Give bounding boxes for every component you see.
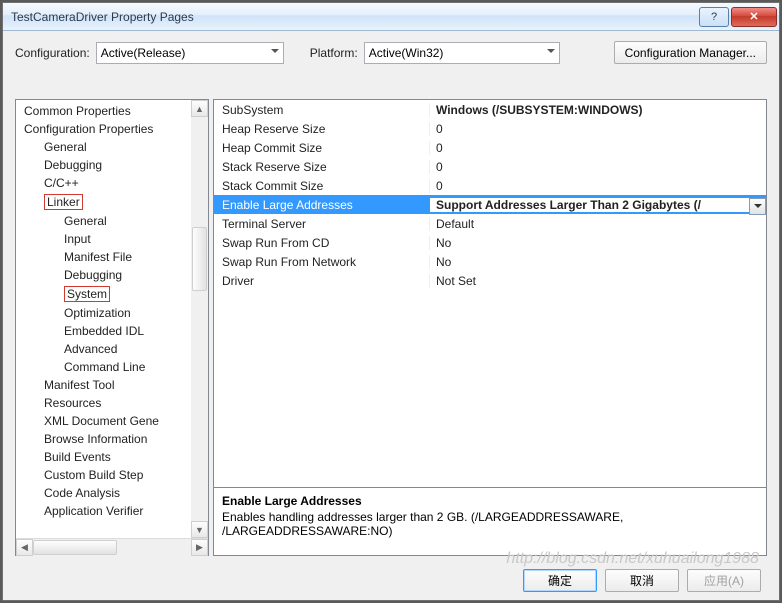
property-name: SubSystem (214, 103, 430, 117)
property-name: Heap Reserve Size (214, 122, 430, 136)
property-value[interactable]: 0 (430, 141, 766, 155)
property-value[interactable]: 0 (430, 122, 766, 136)
tree-linker[interactable]: Linker (16, 192, 208, 212)
property-value[interactable]: No (430, 236, 766, 250)
tree-linker-advanced[interactable]: Advanced (16, 340, 208, 358)
property-row[interactable]: Stack Reserve Size0 (214, 157, 766, 176)
scroll-down-icon[interactable]: ▼ (191, 521, 208, 538)
property-row[interactable]: Heap Reserve Size0 (214, 119, 766, 138)
property-value[interactable]: Support Addresses Larger Than 2 Gigabyte… (430, 198, 766, 212)
property-row[interactable]: SubSystemWindows (/SUBSYSTEM:WINDOWS) (214, 100, 766, 119)
property-row[interactable]: Swap Run From NetworkNo (214, 252, 766, 271)
description-box: Enable Large Addresses Enables handling … (214, 487, 766, 555)
property-value[interactable]: No (430, 255, 766, 269)
tree-configuration-properties[interactable]: Configuration Properties (16, 120, 208, 138)
help-button[interactable]: ? (699, 7, 729, 27)
ok-button[interactable]: 确定 (523, 569, 597, 592)
scroll-right-icon[interactable]: ▶ (191, 539, 208, 556)
tree-linker-input[interactable]: Input (16, 230, 208, 248)
scroll-left-icon[interactable]: ◀ (16, 539, 33, 556)
tree-cpp[interactable]: C/C++ (16, 174, 208, 192)
window-title: TestCameraDriver Property Pages (11, 10, 699, 24)
tree-xml-doc-generator[interactable]: XML Document Gene (16, 412, 208, 430)
property-name: Terminal Server (214, 217, 430, 231)
tree-linker-optimization[interactable]: Optimization (16, 304, 208, 322)
property-row[interactable]: Swap Run From CDNo (214, 233, 766, 252)
tree-common-properties[interactable]: Common Properties (16, 102, 208, 120)
property-row[interactable]: Terminal ServerDefault (214, 214, 766, 233)
tree-application-verifier[interactable]: Application Verifier (16, 502, 208, 520)
main-split: Common Properties Configuration Properti… (15, 99, 767, 556)
property-pages-window: TestCameraDriver Property Pages ? ✕ Conf… (2, 2, 780, 601)
scrollbar-thumb[interactable] (192, 227, 207, 291)
tree-linker-general[interactable]: General (16, 212, 208, 230)
property-name: Swap Run From CD (214, 236, 430, 250)
property-name: Enable Large Addresses (214, 198, 430, 212)
property-row[interactable]: Heap Commit Size0 (214, 138, 766, 157)
property-name: Stack Commit Size (214, 179, 430, 193)
platform-dropdown[interactable]: Active(Win32) (364, 42, 560, 64)
property-value[interactable]: Not Set (430, 274, 766, 288)
tree-panel: Common Properties Configuration Properti… (15, 99, 209, 556)
tree-horizontal-scrollbar[interactable]: ◀ ▶ (16, 538, 208, 555)
property-value[interactable]: Default (430, 217, 766, 231)
tree-linker-command-line[interactable]: Command Line (16, 358, 208, 376)
tree-general[interactable]: General (16, 138, 208, 156)
tree-linker-embedded-idl[interactable]: Embedded IDL (16, 322, 208, 340)
dropdown-button[interactable] (749, 198, 766, 215)
cancel-button[interactable]: 取消 (605, 569, 679, 592)
description-line: /LARGEADDRESSAWARE:NO) (222, 524, 758, 538)
apply-button[interactable]: 应用(A) (687, 569, 761, 592)
tree-custom-build-step[interactable]: Custom Build Step (16, 466, 208, 484)
tree-vertical-scrollbar[interactable]: ▲ ▼ (191, 100, 208, 538)
tree-linker-manifest-file[interactable]: Manifest File (16, 248, 208, 266)
tree-linker-debugging[interactable]: Debugging (16, 266, 208, 284)
property-row[interactable]: DriverNot Set (214, 271, 766, 290)
property-value[interactable]: 0 (430, 179, 766, 193)
config-row: Configuration: Active(Release) Platform:… (15, 41, 767, 64)
tree-build-events[interactable]: Build Events (16, 448, 208, 466)
content-area: Configuration: Active(Release) Platform:… (3, 31, 779, 600)
tree-debugging[interactable]: Debugging (16, 156, 208, 174)
config-tree[interactable]: Common Properties Configuration Properti… (16, 100, 208, 538)
scrollbar-thumb[interactable] (33, 540, 117, 555)
property-value[interactable]: 0 (430, 160, 766, 174)
titlebar: TestCameraDriver Property Pages ? ✕ (3, 3, 779, 31)
tree-code-analysis[interactable]: Code Analysis (16, 484, 208, 502)
property-name: Swap Run From Network (214, 255, 430, 269)
close-button[interactable]: ✕ (731, 7, 777, 27)
configuration-label: Configuration: (15, 46, 90, 60)
property-grid[interactable]: SubSystemWindows (/SUBSYSTEM:WINDOWS)Hea… (214, 100, 766, 487)
platform-label: Platform: (310, 46, 358, 60)
property-name: Heap Commit Size (214, 141, 430, 155)
property-name: Stack Reserve Size (214, 160, 430, 174)
configuration-dropdown[interactable]: Active(Release) (96, 42, 284, 64)
tree-browse-information[interactable]: Browse Information (16, 430, 208, 448)
property-panel: SubSystemWindows (/SUBSYSTEM:WINDOWS)Hea… (213, 99, 767, 556)
tree-manifest-tool[interactable]: Manifest Tool (16, 376, 208, 394)
description-line: Enables handling addresses larger than 2… (222, 510, 758, 524)
tree-linker-system[interactable]: System (16, 284, 208, 304)
dialog-buttons: 确定 取消 应用(A) (523, 569, 761, 592)
property-row[interactable]: Enable Large AddressesSupport Addresses … (214, 195, 766, 214)
property-name: Driver (214, 274, 430, 288)
tree-resources[interactable]: Resources (16, 394, 208, 412)
property-row[interactable]: Stack Commit Size0 (214, 176, 766, 195)
property-value[interactable]: Windows (/SUBSYSTEM:WINDOWS) (430, 103, 766, 117)
description-title: Enable Large Addresses (222, 494, 758, 508)
configuration-manager-button[interactable]: Configuration Manager... (614, 41, 767, 64)
scroll-up-icon[interactable]: ▲ (191, 100, 208, 117)
